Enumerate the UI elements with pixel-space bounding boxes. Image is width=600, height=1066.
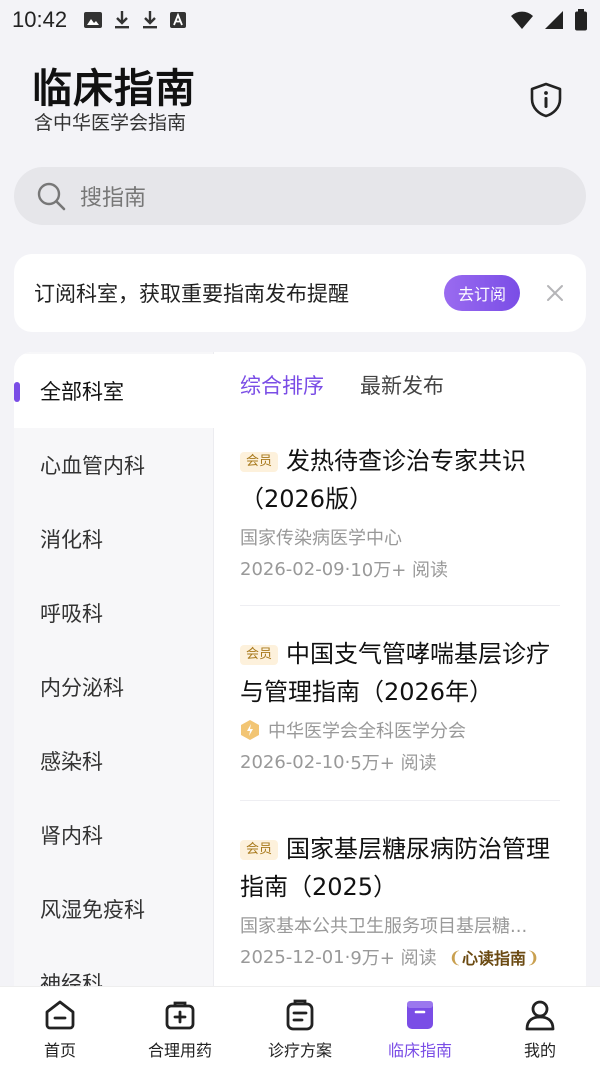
subscription-text: 订阅科室，获取重要指南发布提醒: [34, 282, 349, 306]
guide-title-text: 国家基层糖尿病防治管理指南（2025）: [240, 835, 551, 901]
guide-card[interactable]: 会员 中国支气管哮喘基层诊疗与管理指南（2026年） 中华医学会全科医学分会 20…: [240, 635, 560, 775]
member-badge: 会员: [240, 840, 279, 860]
guide-date: 2026-02-09: [240, 558, 345, 580]
laurel-right-icon: ❩: [526, 947, 540, 967]
download-icon: [143, 11, 158, 29]
gallery-icon: [84, 12, 103, 28]
app-notification-icon: [170, 12, 187, 28]
guide-date: 2026-02-10: [240, 751, 345, 773]
department-label: 内分泌科: [40, 676, 124, 700]
clipboard-icon: [282, 997, 318, 1033]
search-placeholder: 搜指南: [80, 186, 147, 211]
verified-org-icon: [240, 719, 260, 741]
close-banner-button[interactable]: [540, 278, 570, 308]
wifi-icon: [511, 11, 533, 29]
tab-rational-medication[interactable]: 合理用药: [120, 987, 240, 1066]
department-item-respiratory[interactable]: 呼吸科: [14, 576, 214, 650]
page-header: 临床指南 含中华医学会指南: [0, 52, 600, 142]
guide-meta: 2026-02-09 · 10万+ 阅读: [240, 556, 560, 582]
subscription-banner: 订阅科室，获取重要指南发布提醒 去订阅: [14, 254, 586, 332]
member-badge: 会员: [240, 645, 279, 665]
guide-date: 2025-12-01: [240, 946, 345, 968]
tab-clinical-guide[interactable]: 临床指南: [360, 987, 480, 1066]
tab-label: 首页: [43, 1041, 76, 1060]
laurel-left-icon: ❨: [448, 947, 463, 967]
department-label: 感染科: [40, 750, 103, 774]
medicine-kit-icon: [162, 997, 198, 1033]
tab-treatment-plan[interactable]: 诊疗方案: [240, 987, 360, 1066]
guide-source: 国家传染病医学中心: [240, 528, 402, 549]
status-bar: 10:42: [0, 0, 600, 40]
featured-guide-label: 心读指南: [462, 949, 527, 968]
shield-info-icon: [530, 82, 562, 118]
info-button[interactable]: [524, 78, 568, 122]
guide-title: 会员 发热待查诊治专家共识（2026版）: [240, 442, 560, 518]
page-title: 临床指南: [32, 66, 196, 112]
guide-title: 会员 国家基层糖尿病防治管理指南（2025）: [240, 830, 560, 906]
guide-source: 中华医学会全科医学分会: [240, 717, 560, 743]
search-input[interactable]: 搜指南: [14, 167, 586, 225]
guide-list: 综合排序 最新发布 会员 发热待查诊治专家共识（2026版） 国家传染病医学中心 …: [214, 352, 586, 992]
guide-reads: 9万+ 阅读: [350, 948, 437, 969]
member-badge: 会员: [240, 452, 279, 472]
department-item-rheumatology[interactable]: 风湿免疫科: [14, 872, 214, 946]
cellular-signal-icon: [545, 11, 563, 29]
department-label: 心血管内科: [40, 454, 145, 478]
card-divider: [240, 800, 560, 801]
battery-icon: [575, 9, 587, 31]
close-icon: [547, 285, 563, 301]
guide-book-icon: [402, 997, 438, 1033]
department-label: 风湿免疫科: [40, 898, 145, 922]
guide-title-text: 中国支气管哮喘基层诊疗与管理指南（2026年）: [240, 640, 551, 706]
guide-panel: 全部科室 心血管内科 消化科 呼吸科 内分泌科 感染科 肾内科 风湿免疫科 神经…: [14, 352, 586, 992]
guide-card[interactable]: 会员 国家基层糖尿病防治管理指南（2025） 国家基本公共卫生服务项目基层糖...…: [240, 830, 560, 970]
department-label: 呼吸科: [40, 602, 103, 626]
department-item-infectious[interactable]: 感染科: [14, 724, 214, 798]
guide-title: 会员 中国支气管哮喘基层诊疗与管理指南（2026年）: [240, 635, 560, 711]
guide-source: 国家基本公共卫生服务项目基层糖...: [240, 916, 528, 937]
featured-guide-badge: ❨ 心读指南 ❩: [449, 945, 540, 969]
active-indicator: [14, 382, 20, 402]
download-icon: [115, 11, 130, 29]
guide-meta: 2026-02-10 · 5万+ 阅读: [240, 749, 560, 775]
status-time: 10:42: [12, 7, 68, 32]
department-item-all[interactable]: 全部科室: [14, 354, 214, 428]
tab-latest-release[interactable]: 最新发布: [360, 370, 444, 400]
department-item-gastroenterology[interactable]: 消化科: [14, 502, 214, 576]
home-icon: [42, 997, 78, 1033]
tab-label: 合理用药: [147, 1041, 212, 1060]
bottom-tab-bar: 首页 合理用药 诊疗方案 临床指南 我的: [0, 986, 600, 1066]
page-subtitle: 含中华医学会指南: [34, 112, 187, 134]
guide-reads: 10万+ 阅读: [350, 560, 449, 581]
guide-reads: 5万+ 阅读: [350, 753, 437, 774]
guide-title-text: 发热待查诊治专家共识（2026版）: [240, 447, 527, 513]
tab-label: 诊疗方案: [267, 1041, 332, 1060]
card-divider: [240, 605, 560, 606]
department-sidebar: 全部科室 心血管内科 消化科 呼吸科 内分泌科 感染科 肾内科 风湿免疫科 神经…: [14, 352, 214, 992]
department-label: 全部科室: [40, 380, 124, 404]
department-label: 消化科: [40, 528, 103, 552]
tab-profile[interactable]: 我的: [480, 987, 600, 1066]
search-icon: [37, 182, 66, 211]
department-item-endocrinology[interactable]: 内分泌科: [14, 650, 214, 724]
tab-label: 我的: [523, 1041, 556, 1060]
department-item-cardiology[interactable]: 心血管内科: [14, 428, 214, 502]
tab-comprehensive-sort[interactable]: 综合排序: [240, 370, 324, 400]
tab-home[interactable]: 首页: [0, 987, 120, 1066]
subscribe-button[interactable]: 去订阅: [444, 275, 520, 311]
tab-label: 临床指南: [387, 1041, 452, 1060]
guide-source-text: 中华医学会全科医学分会: [268, 721, 466, 742]
guide-card[interactable]: 会员 发热待查诊治专家共识（2026版） 国家传染病医学中心 2026-02-09…: [240, 442, 560, 582]
guide-meta: 2025-12-01 · 9万+ 阅读 ❨ 心读指南 ❩: [240, 944, 560, 970]
department-item-nephrology[interactable]: 肾内科: [14, 798, 214, 872]
department-label: 肾内科: [40, 824, 103, 848]
profile-icon: [522, 997, 558, 1033]
